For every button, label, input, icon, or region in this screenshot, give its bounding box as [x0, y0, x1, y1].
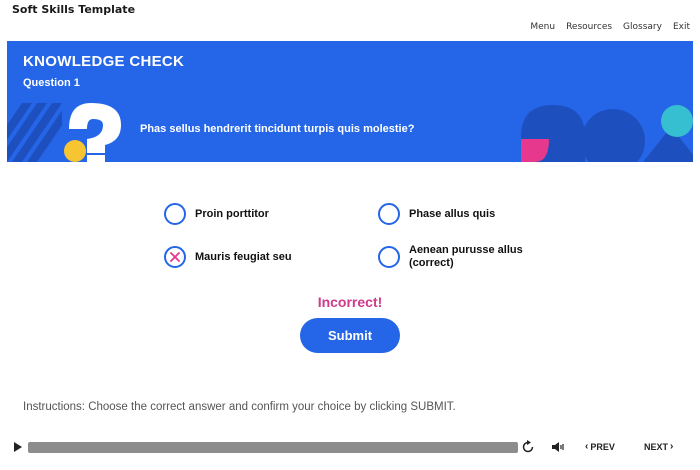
nav-glossary-link[interactable]: Glossary	[623, 22, 662, 32]
radio-button[interactable]	[378, 203, 400, 225]
answer-option-label: Phase allus quis	[409, 207, 496, 220]
answer-option-4[interactable]: Aenean purusse allus (correct)	[378, 244, 559, 270]
feedback-message: Incorrect!	[317, 294, 383, 310]
top-nav: Menu Resources Glossary Exit	[530, 22, 690, 32]
prev-button[interactable]: ‹ PREV	[585, 441, 615, 452]
chevron-left-icon: ‹	[585, 441, 589, 452]
answer-option-2[interactable]: Phase allus quis	[378, 203, 495, 225]
question-number: Question 1	[23, 77, 80, 89]
radio-button[interactable]	[378, 246, 400, 268]
progress-fill	[28, 442, 518, 453]
question-text: Phas sellus hendrerit tincidunt turpis q…	[140, 123, 415, 135]
answer-option-1[interactable]: Proin porttitor	[164, 203, 269, 225]
volume-icon[interactable]	[551, 441, 565, 453]
progress-bar[interactable]	[28, 442, 518, 453]
answer-option-3[interactable]: Mauris feugiat seu	[164, 246, 292, 268]
question-banner: KNOWLEDGE CHECK Question 1 Phas sellus h…	[7, 41, 693, 162]
player-controls: ‹ PREV NEXT ›	[0, 437, 700, 459]
nav-menu-link[interactable]: Menu	[530, 22, 555, 32]
radio-button-incorrect[interactable]	[164, 246, 186, 268]
answer-option-label: Mauris feugiat seu	[195, 250, 292, 263]
radio-button[interactable]	[164, 203, 186, 225]
next-button[interactable]: NEXT ›	[644, 441, 673, 452]
play-icon[interactable]	[14, 442, 22, 452]
answer-option-label: Proin porttitor	[195, 207, 269, 220]
next-label: NEXT	[644, 441, 669, 452]
replay-icon[interactable]	[521, 440, 535, 454]
submit-button[interactable]: Submit	[300, 318, 400, 353]
decorative-shapes-graphic	[521, 105, 693, 162]
answer-option-label: Aenean purusse allus (correct)	[409, 244, 523, 269]
prev-label: PREV	[590, 441, 615, 452]
banner-title: KNOWLEDGE CHECK	[23, 53, 185, 70]
instructions-text: Instructions: Choose the correct answer …	[23, 401, 456, 413]
nav-exit-link[interactable]: Exit	[673, 22, 690, 32]
course-title: Soft Skills Template	[12, 3, 136, 16]
close-icon	[170, 252, 180, 262]
chevron-right-icon: ›	[670, 441, 674, 452]
nav-resources-link[interactable]: Resources	[566, 22, 612, 32]
